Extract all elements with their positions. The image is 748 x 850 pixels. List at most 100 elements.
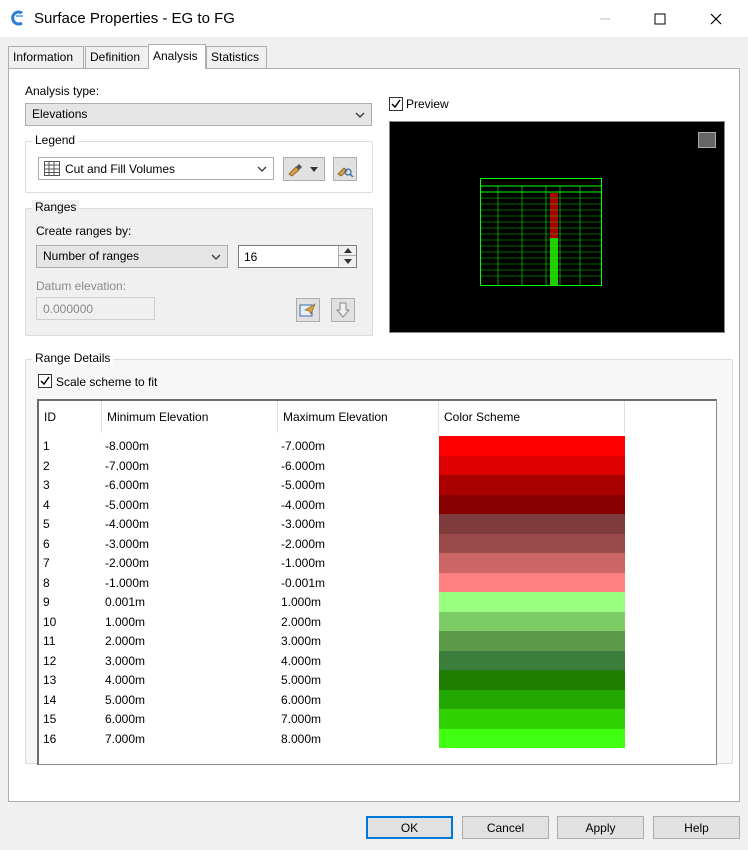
table-row[interactable]: 2 -7.000m -6.000m <box>39 455 715 475</box>
row-max-elevation: 7.000m <box>281 712 322 726</box>
color-swatch[interactable] <box>439 709 625 729</box>
table-row[interactable]: 7 -2.000m -1.000m <box>39 553 715 573</box>
row-id: 8 <box>43 575 50 590</box>
row-max-elevation: -0.001m <box>281 575 326 590</box>
table-row[interactable]: 5 -4.000m -3.000m <box>39 514 715 534</box>
row-id: 10 <box>43 614 57 629</box>
ok-button[interactable]: OK <box>366 816 453 839</box>
color-swatch[interactable] <box>439 650 625 670</box>
row-max-elevation: -4.000m <box>281 497 326 512</box>
tab-definition[interactable]: Definition <box>85 46 149 68</box>
spinner-down-button[interactable] <box>339 256 356 266</box>
create-ranges-dropdown[interactable]: Number of ranges <box>36 245 228 268</box>
table-row[interactable]: 15 6.000m 7.000m <box>39 709 715 729</box>
color-swatch[interactable] <box>439 455 625 475</box>
row-max-elevation: -7.000m <box>281 439 326 453</box>
table-row[interactable]: 8 -1.000m -0.001m <box>39 572 715 592</box>
color-swatch[interactable] <box>439 592 625 612</box>
row-id: 16 <box>43 731 57 746</box>
style-preview-icon <box>337 167 354 177</box>
table-row[interactable]: 4 -5.000m -4.000m <box>39 494 715 514</box>
legend-style-value: Cut and Fill Volumes <box>65 162 176 176</box>
row-max-elevation: 8.000m <box>281 731 322 746</box>
row-id: 1 <box>43 439 50 453</box>
column-header-max-elevation[interactable]: Maximum Elevation <box>278 401 439 433</box>
column-header-color-scheme[interactable]: Color Scheme <box>439 401 625 433</box>
analysis-type-dropdown[interactable]: Elevations <box>25 103 372 126</box>
row-id: 4 <box>43 497 50 512</box>
checkmark-icon <box>40 376 50 386</box>
triangle-down-icon <box>343 258 352 264</box>
color-swatch[interactable] <box>439 611 625 631</box>
color-swatch[interactable] <box>439 533 625 553</box>
row-min-elevation: 7.000m <box>105 731 146 746</box>
analysis-panel: Analysis type: Elevations Preview Legend… <box>8 68 740 802</box>
help-button[interactable]: Help <box>653 816 740 839</box>
row-min-elevation: 2.000m <box>105 634 146 648</box>
close-button[interactable] <box>693 0 739 37</box>
spinner-up-button[interactable] <box>339 246 356 256</box>
row-min-elevation: 4.000m <box>105 673 146 687</box>
row-min-elevation: 1.000m <box>105 614 146 629</box>
row-id: 6 <box>43 536 50 551</box>
row-min-elevation: 3.000m <box>105 653 146 668</box>
cancel-button[interactable]: Cancel <box>462 816 549 839</box>
color-swatch[interactable] <box>439 494 625 514</box>
chevron-down-icon <box>355 112 365 118</box>
number-of-ranges-spinner[interactable]: 16 <box>238 245 357 268</box>
table-row[interactable]: 1 -8.000m -7.000m <box>39 436 715 456</box>
preview-style-button[interactable] <box>333 157 357 181</box>
row-min-elevation: -5.000m <box>105 497 150 512</box>
pick-datum-button[interactable] <box>296 298 320 322</box>
color-swatch[interactable] <box>439 553 625 573</box>
row-max-elevation: 2.000m <box>281 614 322 629</box>
column-header-id[interactable]: ID <box>39 401 102 433</box>
edit-style-button[interactable] <box>283 157 325 181</box>
table-row[interactable]: 14 5.000m 6.000m <box>39 689 715 709</box>
column-header-min-elevation[interactable]: Minimum Elevation <box>102 401 278 433</box>
scale-scheme-checkbox[interactable] <box>38 374 52 388</box>
table-row[interactable]: 13 4.000m 5.000m <box>39 670 715 690</box>
view-cube-icon[interactable] <box>698 132 716 148</box>
color-swatch[interactable] <box>439 436 625 456</box>
apply-button[interactable]: Apply <box>557 816 644 839</box>
table-icon <box>44 161 60 176</box>
legend-group: Legend Cut and Fill Volumes <box>25 133 373 193</box>
table-row[interactable]: 16 7.000m 8.000m <box>39 728 715 748</box>
color-swatch[interactable] <box>439 631 625 651</box>
row-id: 11 <box>43 634 56 648</box>
range-details-title: Range Details <box>32 351 114 365</box>
color-swatch[interactable] <box>439 475 625 495</box>
minimize-icon <box>600 18 610 19</box>
table-row[interactable]: 12 3.000m 4.000m <box>39 650 715 670</box>
row-id: 5 <box>43 517 50 531</box>
tab-analysis[interactable]: Analysis <box>148 44 206 69</box>
row-max-elevation: 5.000m <box>281 673 322 687</box>
minimize-button[interactable] <box>582 0 628 37</box>
row-min-elevation: -6.000m <box>105 478 150 492</box>
row-id: 15 <box>43 712 57 726</box>
color-swatch[interactable] <box>439 514 625 534</box>
datum-elevation-field[interactable]: 0.000000 <box>36 297 155 320</box>
tab-statistics[interactable]: Statistics <box>206 46 267 68</box>
color-swatch[interactable] <box>439 670 625 690</box>
table-row[interactable]: 11 2.000m 3.000m <box>39 631 715 651</box>
legend-style-dropdown[interactable]: Cut and Fill Volumes <box>38 157 274 180</box>
apply-ranges-button[interactable] <box>331 298 355 322</box>
row-min-elevation: -3.000m <box>105 536 150 551</box>
table-row[interactable]: 3 -6.000m -5.000m <box>39 475 715 495</box>
preview-checkbox[interactable] <box>389 97 403 111</box>
maximize-button[interactable] <box>637 0 683 37</box>
row-max-elevation: -5.000m <box>281 478 326 492</box>
close-icon <box>710 13 722 24</box>
row-min-elevation: -7.000m <box>105 458 150 473</box>
row-min-elevation: -8.000m <box>105 439 150 453</box>
color-swatch[interactable] <box>439 728 625 748</box>
table-row[interactable]: 10 1.000m 2.000m <box>39 611 715 631</box>
color-swatch[interactable] <box>439 572 625 592</box>
table-row[interactable]: 6 -3.000m -2.000m <box>39 533 715 553</box>
tab-information[interactable]: Information <box>8 46 84 68</box>
row-min-elevation: 0.001m <box>105 595 146 609</box>
table-row[interactable]: 9 0.001m 1.000m <box>39 592 715 612</box>
color-swatch[interactable] <box>439 689 625 709</box>
